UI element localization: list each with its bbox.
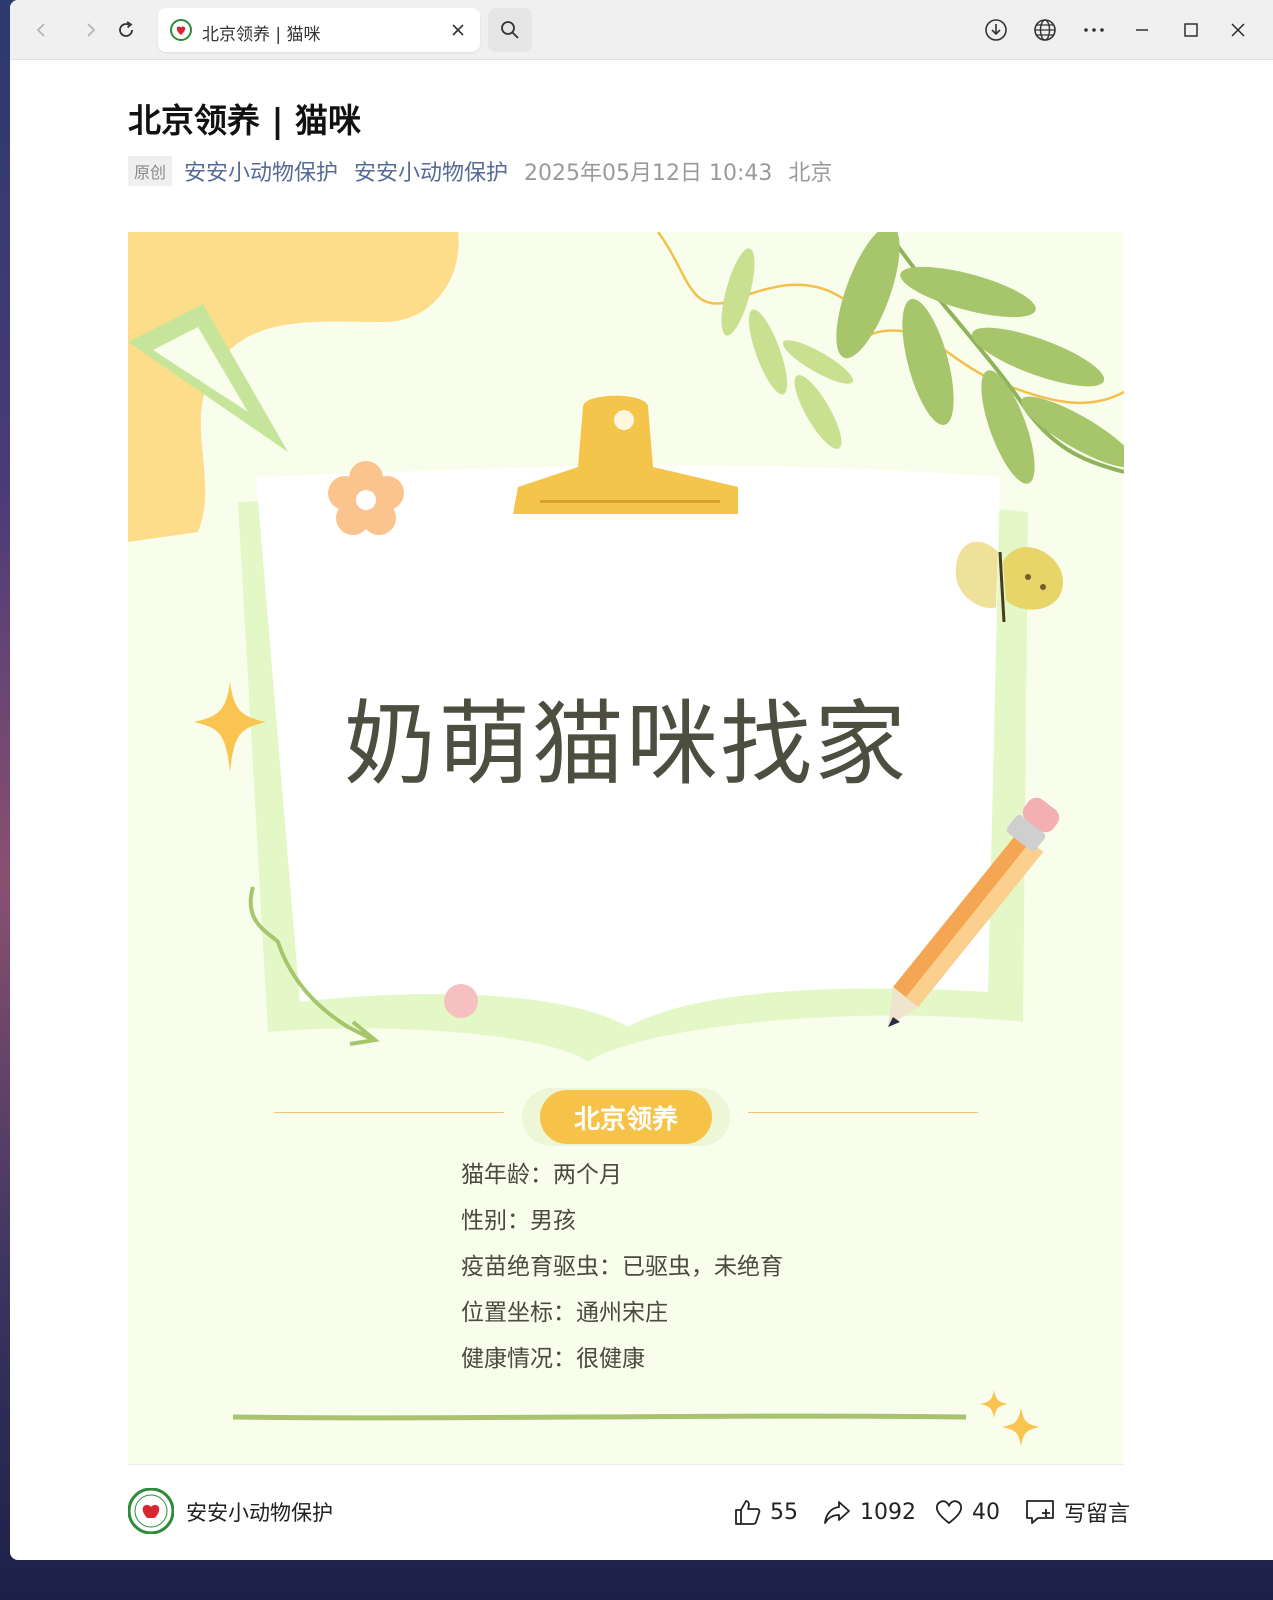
search-button[interactable] (488, 8, 532, 52)
maximize-button[interactable] (1175, 14, 1207, 46)
search-icon (501, 21, 519, 39)
avatar[interactable] (128, 1488, 174, 1534)
browser-window: 北京领养 | 猫咪 北京领养 | 猫咪 原创 安安小动物保护 安安小动物保护 2… (10, 0, 1273, 1560)
footer-divider (128, 1464, 1124, 1465)
original-badge: 原创 (128, 156, 173, 186)
like-count: 55 (770, 1499, 798, 1525)
close-icon (1231, 23, 1245, 37)
thumbs-up-icon (735, 1500, 761, 1525)
pink-dot-shape (444, 984, 478, 1018)
arrow-left-icon (36, 23, 45, 37)
refresh-icon (119, 21, 133, 37)
back-button[interactable] (24, 12, 60, 48)
refresh-button[interactable] (108, 12, 144, 48)
favicon-icon (170, 19, 192, 41)
account-name[interactable]: 安安小动物保护 (186, 1497, 333, 1527)
info-gender: 性别：男孩 (461, 1208, 576, 1234)
translate-button[interactable] (1029, 14, 1061, 46)
article-footer: 安安小动物保护 55 1092 40 写留言 (128, 1484, 1130, 1540)
minimize-icon (1136, 29, 1148, 31)
share-arrow-icon (824, 1501, 850, 1524)
info-location: 位置坐标：通州宋庄 (461, 1300, 668, 1326)
info-vaccine: 疫苗绝育驱虫：已驱虫，未绝育 (461, 1254, 783, 1280)
info-age: 猫年龄：两个月 (461, 1162, 622, 1188)
favorite-count: 40 (972, 1499, 1000, 1525)
article-title: 北京领养 | 猫咪 (128, 101, 362, 140)
small-sparkle-shape (980, 1390, 1008, 1418)
tab-title: 北京领养 | 猫咪 (202, 25, 321, 45)
more-button[interactable] (1078, 14, 1110, 46)
maximize-icon (1184, 23, 1198, 37)
comment-label: 写留言 (1064, 1502, 1131, 1527)
share-button[interactable]: 1092 (822, 1492, 916, 1532)
download-button[interactable] (980, 14, 1012, 46)
adoption-pill: 北京领养 (540, 1090, 712, 1144)
info-health: 健康情况：很健康 (461, 1346, 645, 1372)
poster-headline: 奶萌猫咪找家 (343, 691, 908, 798)
publish-location: 北京 (788, 161, 833, 186)
comment-icon (1026, 1500, 1054, 1524)
share-count: 1092 (860, 1499, 916, 1525)
leaf-branch-shape (721, 232, 1124, 484)
globe-icon (1034, 19, 1056, 41)
title-bar: 北京领养 | 猫咪 (10, 0, 1273, 60)
arrow-right-icon (87, 23, 96, 37)
favorite-button[interactable]: 40 (934, 1492, 1000, 1532)
close-icon (452, 24, 464, 36)
clipboard-clip-shape (513, 395, 738, 514)
heart-icon (935, 1500, 963, 1525)
browser-tab[interactable]: 北京领养 | 猫咪 (158, 8, 480, 52)
like-button[interactable]: 55 (732, 1492, 798, 1532)
bottom-line-shape (232, 1413, 967, 1421)
article-page: 北京领养 | 猫咪 原创 安安小动物保护 安安小动物保护 2025年05月12日… (10, 60, 1273, 1560)
publish-datetime: 2025年05月12日 10:43 (524, 161, 773, 186)
download-icon (985, 19, 1007, 41)
more-dots-icon (1084, 28, 1104, 32)
divider-line (274, 1112, 504, 1113)
pill-row: 北京领养 (274, 1088, 978, 1148)
forward-button[interactable] (72, 12, 108, 48)
cat-info-list: 猫年龄：两个月 性别：男孩 疫苗绝育驱虫：已驱虫，未绝育 位置坐标：通州宋庄 健… (461, 1152, 783, 1382)
minimize-button[interactable] (1126, 14, 1158, 46)
small-sparkle-shape (1002, 1408, 1040, 1446)
author-link[interactable]: 安安小动物保护 (184, 155, 338, 187)
account-link[interactable]: 安安小动物保护 (354, 155, 508, 187)
poster-image: 奶萌猫咪找家 北京领养 猫年龄：两个月 性别：男孩 疫苗绝育驱虫：已驱虫，未绝育… (128, 232, 1124, 1464)
close-window-button[interactable] (1222, 14, 1254, 46)
comment-button[interactable]: 写留言 (1024, 1492, 1130, 1532)
article-meta: 原创 安安小动物保护 安安小动物保护 2025年05月12日 10:43 北京 (128, 156, 848, 186)
close-tab-button[interactable] (446, 18, 470, 42)
divider-line (748, 1112, 978, 1113)
